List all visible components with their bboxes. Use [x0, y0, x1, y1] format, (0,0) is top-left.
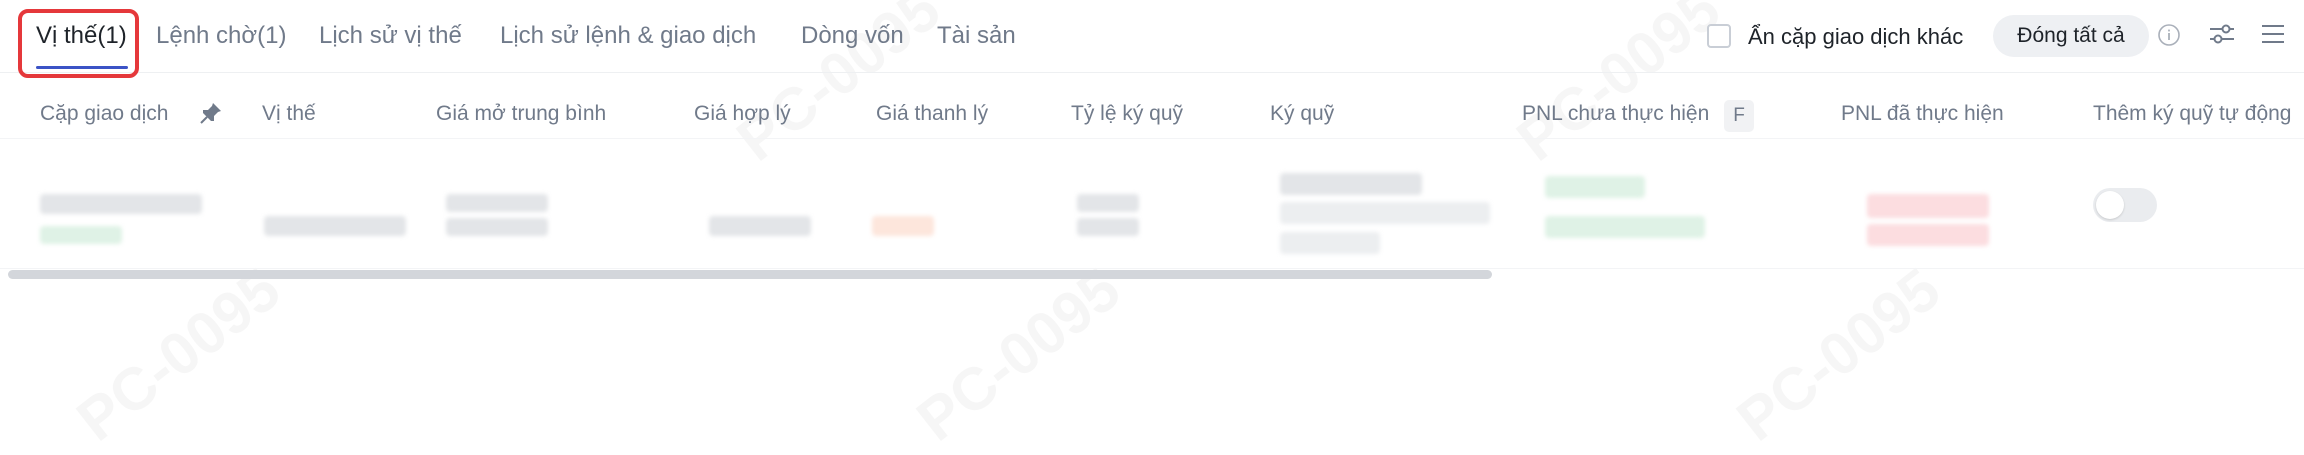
col-header-pair[interactable]: Cặp giao dịch: [40, 102, 168, 126]
info-icon[interactable]: [2157, 19, 2189, 51]
watermark: PC-0095: [64, 254, 293, 454]
margin-ratio-cell: [1077, 194, 1139, 212]
hide-other-pairs-checkbox[interactable]: [1707, 24, 1731, 48]
col-header-margin[interactable]: Ký quỹ: [1270, 102, 1334, 126]
tab-assets[interactable]: Tài sản: [937, 22, 1016, 50]
margin-cell: [1280, 202, 1490, 224]
pin-icon[interactable]: [198, 100, 224, 132]
watermark: PC-0095: [904, 254, 1133, 454]
margin-cell: [1280, 232, 1380, 254]
liq-price-cell: [872, 216, 934, 236]
table-row[interactable]: [0, 168, 2304, 268]
menu-icon[interactable]: [2258, 19, 2290, 51]
pair-tag: [40, 226, 122, 244]
unrealized-pnl-cell: [1545, 216, 1705, 238]
pair-cell: [40, 194, 202, 214]
avg-open-price-cell: [446, 194, 548, 212]
auto-add-margin-toggle[interactable]: [2093, 188, 2157, 222]
filter-sliders-icon[interactable]: [2207, 19, 2239, 51]
realized-pnl-cell: [1867, 224, 1989, 246]
col-header-avg-open-price[interactable]: Giá mở trung bình: [436, 102, 606, 126]
close-all-button[interactable]: Đóng tất cả: [1993, 15, 2149, 57]
col-header-auto-add-margin[interactable]: Thêm ký quỹ tự động: [2093, 102, 2292, 126]
position-cell: [264, 216, 406, 236]
realized-pnl-cell: [1867, 194, 1989, 218]
tab-position-history[interactable]: Lịch sử vị thế: [319, 22, 462, 50]
tab-order-trade-history[interactable]: Lịch sử lệnh & giao dịch: [500, 22, 756, 50]
pnl-f-badge[interactable]: F: [1724, 100, 1754, 132]
tab-capital-flow[interactable]: Dòng vốn: [801, 22, 904, 50]
col-header-position[interactable]: Vị thế: [262, 102, 316, 126]
col-header-liq-price[interactable]: Giá thanh lý: [876, 102, 988, 126]
col-header-realized-pnl[interactable]: PNL đã thực hiện: [1841, 102, 2004, 126]
horizontal-scrollbar[interactable]: [8, 270, 1492, 279]
margin-cell: [1280, 173, 1422, 195]
tab-open-orders[interactable]: Lệnh chờ(1): [156, 22, 286, 50]
unrealized-pnl-cell: [1545, 176, 1645, 198]
avg-open-price-cell: [446, 218, 548, 236]
toggle-knob: [2096, 191, 2124, 219]
col-header-unrealized-pnl[interactable]: PNL chưa thực hiện: [1522, 102, 1709, 126]
row-divider: [0, 268, 2304, 269]
mark-price-cell: [709, 216, 811, 236]
highlight-box: [18, 9, 139, 78]
margin-ratio-cell: [1077, 218, 1139, 236]
col-header-margin-ratio[interactable]: Tỷ lệ ký quỹ: [1071, 102, 1183, 126]
hide-other-pairs-label: Ẩn cặp giao dịch khác: [1748, 24, 1964, 49]
col-header-mark-price[interactable]: Giá hợp lý: [694, 102, 791, 126]
table-header: Cặp giao dịch Vị thế Giá mở trung bình G…: [0, 92, 2304, 139]
watermark: PC-0095: [1724, 254, 1953, 454]
